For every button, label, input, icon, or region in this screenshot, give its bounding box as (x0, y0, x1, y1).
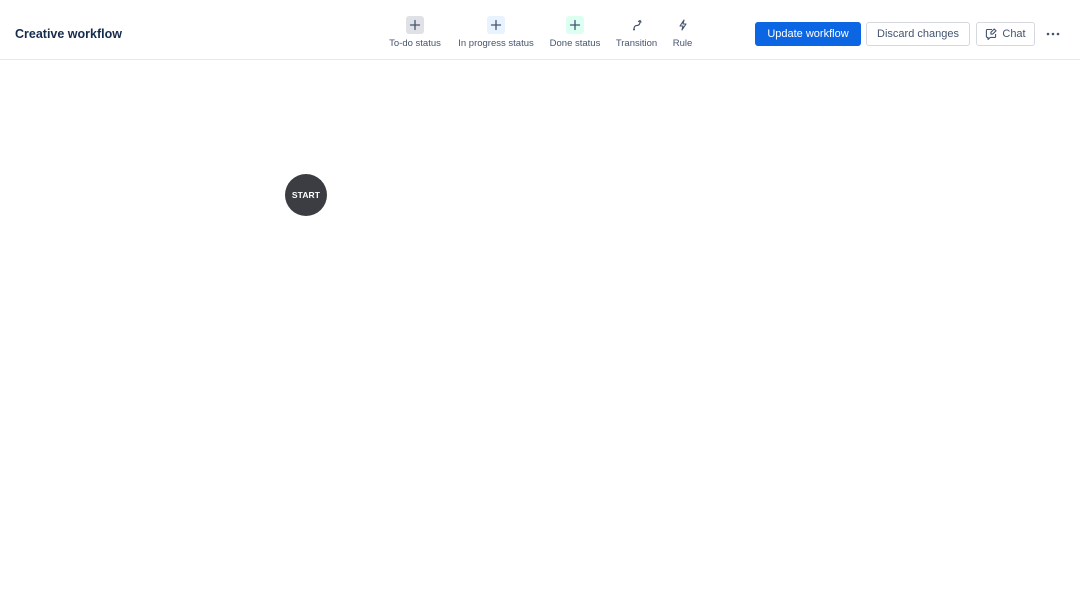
add-in-progress-status-tool[interactable]: In progress status (457, 16, 535, 54)
update-workflow-button[interactable]: Update workflow (755, 22, 861, 46)
add-done-status-tool[interactable]: Done status (549, 16, 601, 54)
tool-label: In progress status (458, 38, 534, 49)
page-title: Creative workflow (15, 27, 122, 41)
chat-button[interactable]: Chat (976, 22, 1035, 46)
chat-button-label: Chat (1002, 28, 1026, 40)
tool-label: Transition (615, 38, 658, 49)
tool-label: Done status (549, 38, 601, 49)
transition-arrow-icon (628, 16, 646, 34)
start-node[interactable]: START (285, 174, 327, 216)
plus-icon (566, 16, 584, 34)
add-todo-status-tool[interactable]: To-do status (388, 16, 442, 54)
add-rule-tool[interactable]: Rule (672, 16, 693, 54)
lightning-bolt-icon (674, 16, 692, 34)
more-horizontal-icon[interactable] (1042, 24, 1064, 44)
add-transition-tool[interactable]: Transition (615, 16, 658, 54)
tool-label: To-do status (389, 38, 441, 49)
chat-edit-icon (985, 28, 998, 40)
tool-label: Rule (672, 38, 693, 49)
plus-icon (487, 16, 505, 34)
plus-icon (406, 16, 424, 34)
workflow-canvas[interactable]: START (0, 61, 1080, 608)
discard-changes-button[interactable]: Discard changes (866, 22, 970, 46)
workflow-header: Creative workflow To-do status In progre… (0, 0, 1080, 60)
